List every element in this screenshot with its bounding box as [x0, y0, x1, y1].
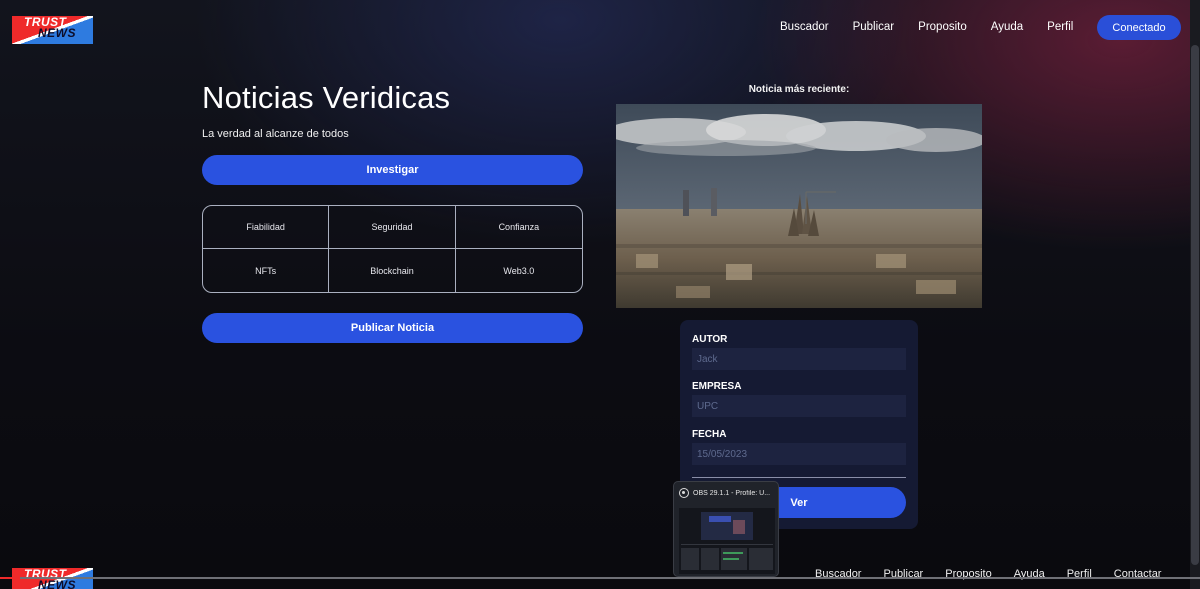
author-label: AUTOR	[692, 334, 728, 345]
date-field[interactable]	[692, 443, 906, 465]
company-field[interactable]	[692, 395, 906, 417]
page-title: Noticias Veridicas	[202, 80, 451, 115]
nav-perfil[interactable]: Perfil	[1047, 21, 1073, 33]
logo-text-bottom: NEWS	[38, 26, 76, 40]
author-field[interactable]	[692, 348, 906, 370]
video-progress-fill	[0, 577, 20, 579]
card-divider	[692, 477, 906, 478]
latest-news-label: Noticia más reciente:	[748, 84, 850, 95]
connected-button[interactable]: Conectado	[1097, 15, 1181, 40]
date-label: FECHA	[692, 429, 727, 440]
investigate-button[interactable]: Investigar	[202, 155, 583, 185]
nav-publicar[interactable]: Publicar	[853, 21, 895, 33]
scrollbar-track[interactable]	[1190, 0, 1200, 589]
company-label: EMPRESA	[692, 381, 742, 392]
feature-nfts: NFTs	[203, 249, 330, 292]
scrollbar-thumb[interactable]	[1191, 45, 1199, 565]
logo[interactable]: TRUST NEWS	[12, 16, 93, 44]
features-grid: Fiabilidad Seguridad Confianza NFTs Bloc…	[202, 205, 583, 293]
top-nav: Buscador Publicar Proposito Ayuda Perfil	[780, 14, 1097, 40]
feature-fiabilidad: Fiabilidad	[203, 206, 330, 249]
feature-blockchain: Blockchain	[329, 249, 456, 292]
nav-ayuda[interactable]: Ayuda	[991, 21, 1023, 33]
tagline: La verdad al alcanze de todos	[202, 128, 349, 140]
city-photo	[616, 104, 982, 308]
feature-seguridad: Seguridad	[329, 206, 456, 249]
footer-logo-text-bottom: NEWS	[38, 578, 76, 589]
publish-news-button[interactable]: Publicar Noticia	[202, 313, 583, 343]
nav-proposito[interactable]: Proposito	[918, 21, 967, 33]
news-image[interactable]	[616, 104, 982, 308]
obs-window-title: OBS 29.1.1 - Profile: U...	[693, 489, 771, 497]
feature-confianza: Confianza	[455, 206, 582, 249]
obs-icon	[679, 488, 689, 498]
feature-web3: Web3.0	[503, 265, 535, 276]
nav-buscador[interactable]: Buscador	[780, 21, 829, 33]
video-progress-track[interactable]	[0, 577, 1200, 579]
